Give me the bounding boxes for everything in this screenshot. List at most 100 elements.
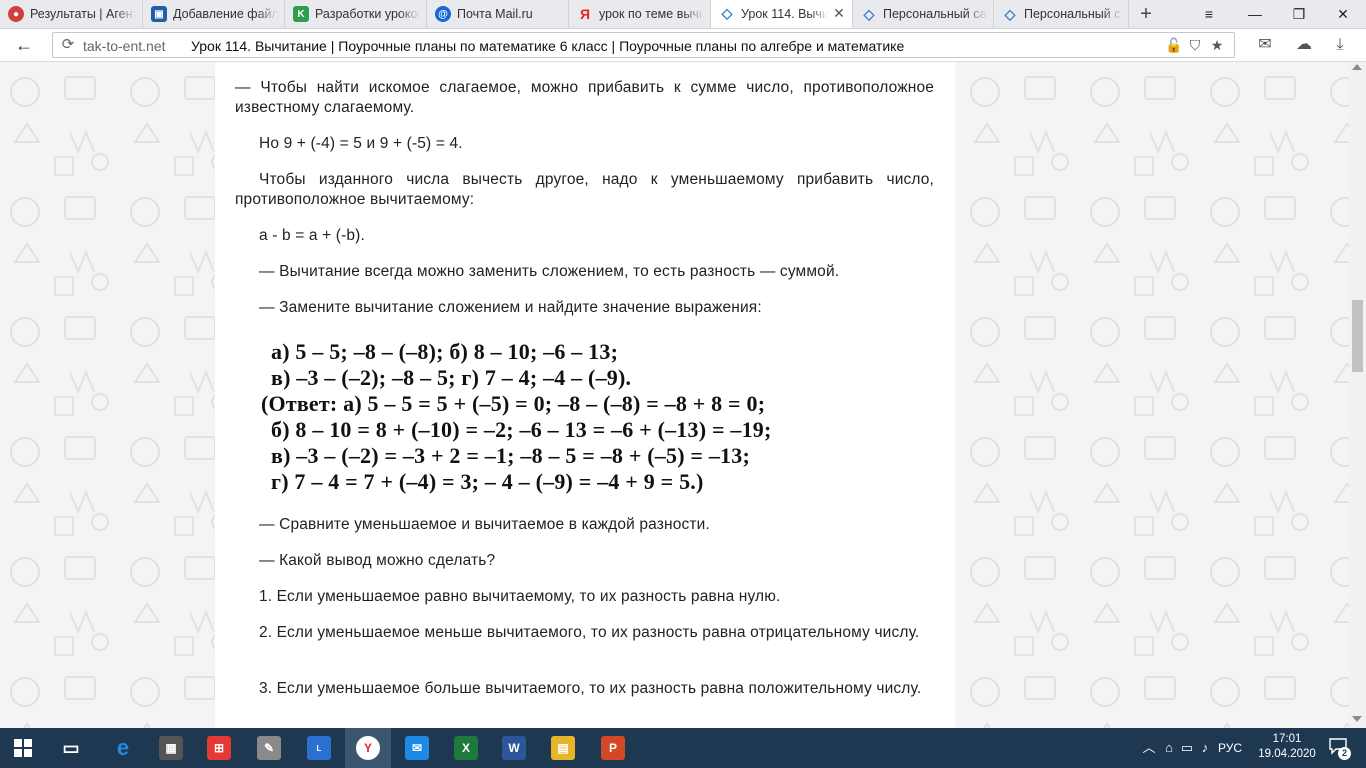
lenovo-app[interactable]: L [296,728,342,768]
scrollbar-track[interactable] [1349,62,1366,728]
paint-app[interactable]: ✎ [246,728,292,768]
language-indicator[interactable]: РУС [1218,741,1242,755]
tab-title: Результаты | Агентство [30,7,136,21]
minimize-button[interactable]: — [1232,0,1278,28]
reload-icon[interactable]: ⟳ [59,36,77,54]
exercise-image: а) 5 – 5; –8 – (–8); б) 8 – 10; –6 – 13;… [255,337,960,502]
mail-app-icon: ✉ [405,736,429,760]
notification-count: 2 [1338,747,1351,760]
tab-personal-site-2[interactable]: ◇ Персональный сайт [994,0,1129,28]
tab-mail[interactable]: @ Почта Mail.ru [427,0,569,28]
lock-icon[interactable]: 🔓 [1165,37,1182,53]
powerpoint-icon: P [601,736,625,760]
volume-icon[interactable]: ♪ [1196,739,1214,757]
exercise-line: в) –3 – (–2); –8 – 5; г) 7 – 4; –4 – (–9… [271,365,632,390]
edge-icon: e [116,735,130,760]
store-icon: ⊞ [207,736,231,760]
tab-results[interactable]: ● Результаты | Агентство [0,0,143,28]
diamond-icon: ◇ [721,5,733,21]
paragraph: 1. Если уменьшаемое равно вычитаемому, т… [259,588,781,605]
scrollbar-thumb[interactable] [1352,300,1363,372]
paragraph: — Сравните уменьшаемое и вычитаемое в ка… [259,516,710,533]
excel-icon: X [454,736,478,760]
start-button[interactable] [0,728,46,768]
edge-app[interactable]: e [100,728,146,768]
back-arrow-icon[interactable]: ← [12,34,36,56]
battery-icon[interactable]: ▭ [1178,739,1196,757]
formula-paragraph: a - b = a + (-b). [259,227,365,244]
shield-icon[interactable]: ⛉ [1187,37,1203,53]
close-window-button[interactable]: ✕ [1320,0,1366,28]
diamond-icon: ◇ [863,5,875,22]
word-icon: W [502,736,526,760]
network-icon[interactable]: ⌂ [1160,739,1178,757]
scroll-up-arrow-icon[interactable] [1352,64,1362,70]
clock-time: 17:01 [1272,733,1302,745]
calculator-app[interactable]: ▦ [148,728,194,768]
clock-date: 19.04.2020 [1258,748,1316,760]
answer-line: г) 7 – 4 = 7 + (–4) = 3; – 4 – (–9) = –4… [271,469,704,494]
chevron-up-icon[interactable]: ︿ [1140,739,1158,757]
address-bar[interactable]: ⟳ tak-to-ent.net Урок 114. Вычитание | П… [52,32,1235,58]
task-view-button[interactable]: ▭ [48,728,94,768]
downloads-icon[interactable]: ⤓ [1329,35,1351,55]
excel-app[interactable]: X [443,728,489,768]
windows-taskbar: ▭ e ▦ ⊞ ✎ L Y ✉ X W ▤ P ︿ ⌂ ▭ ♪ РУС 17:0… [0,728,1366,768]
tab-lesson-plans[interactable]: K Разработки уроков [285,0,427,28]
windows-logo-icon [14,739,32,757]
answer-line: в) –3 – (–2) = –3 + 2 = –1; –8 – 5 = –8 … [271,443,750,468]
notifications-button[interactable]: 2 [1328,737,1352,760]
paragraph: — Замените вычитание сложением и найдите… [259,299,762,316]
answer-line: (Ответ: а) 5 – 5 = 5 + (–5) = 0; –8 – (–… [261,391,766,416]
paragraph: 2. Если уменьшаемое меньше вычитаемого, … [259,624,920,641]
bookmark-star-icon[interactable]: ★ [1209,37,1225,53]
powerpoint-app[interactable]: P [590,728,636,768]
browser-menu-button[interactable]: ≡ [1186,0,1232,28]
paint-icon: ✎ [257,736,281,760]
calculator-icon: ▦ [159,736,183,760]
paragraph: — Вычитание всегда можно заменить сложен… [259,263,840,280]
close-tab-icon[interactable]: ✕ [832,5,846,22]
mail-at-icon: @ [435,6,451,22]
address-page-title: Урок 114. Вычитание | Поурочные планы по… [191,38,905,54]
tab-title: Разработки уроков [315,7,420,21]
paragraph: Чтобы изданного числа вычесть другое, на… [235,171,934,208]
paragraph: Но 9 + (-4) = 5 и 9 + (-5) = 4. [259,135,463,152]
tab-add-file[interactable]: ▣ Добавление файла [143,0,285,28]
book-icon: ▣ [151,6,167,22]
tab-title: урок по теме вычитание [599,7,704,21]
paragraph: — Какой вывод можно сделать? [259,552,496,569]
tab-title: Персональный сайт [1024,7,1122,21]
page-viewport: — Чтобы найти искомое слагаемое, можно п… [0,62,1366,728]
yandex-icon: Я [579,6,591,22]
new-tab-button[interactable]: + [1134,4,1158,24]
tab-title: Персональный сайт [883,7,987,21]
mail-icon[interactable]: ✉ [1254,35,1276,55]
yandex-browser-app[interactable]: Y [345,728,391,768]
word-app[interactable]: W [491,728,537,768]
favicon-icon: ● [8,6,24,22]
tab-title: Урок 114. Вычитание [741,6,828,21]
answer-line: б) 8 – 10 = 8 + (–10) = –2; –6 – 13 = –6… [271,417,772,442]
cloud-download-icon[interactable]: ☁ [1293,35,1315,55]
tab-strip: ● Результаты | Агентство ▣ Добавление фа… [0,0,1366,29]
tab-title: Добавление файла [173,7,278,21]
explorer-app[interactable]: ▤ [540,728,586,768]
restore-button[interactable]: ❐ [1276,0,1322,28]
exercise-line: а) 5 – 5; –8 – (–8); б) 8 – 10; –6 – 13; [271,339,619,364]
lenovo-icon: L [307,736,331,760]
tab-title: Почта Mail.ru [457,7,533,21]
folder-icon: ▤ [551,736,575,760]
clock[interactable]: 17:01 19.04.2020 [1252,732,1322,762]
article-content: — Чтобы найти искомое слагаемое, можно п… [215,62,955,728]
tab-personal-site-1[interactable]: ◇ Персональный сайт [853,0,994,28]
diamond-icon: ◇ [1004,5,1016,22]
mail-app[interactable]: ✉ [394,728,440,768]
store-app[interactable]: ⊞ [196,728,242,768]
tab-lesson-114[interactable]: ◇ Урок 114. Вычитание ✕ [711,0,853,28]
address-domain: tak-to-ent.net [83,38,166,54]
scroll-down-arrow-icon[interactable] [1352,716,1362,722]
task-view-icon: ▭ [62,737,80,758]
yandex-browser-icon: Y [356,736,380,760]
tab-yandex-search[interactable]: Я урок по теме вычитание [569,0,711,28]
